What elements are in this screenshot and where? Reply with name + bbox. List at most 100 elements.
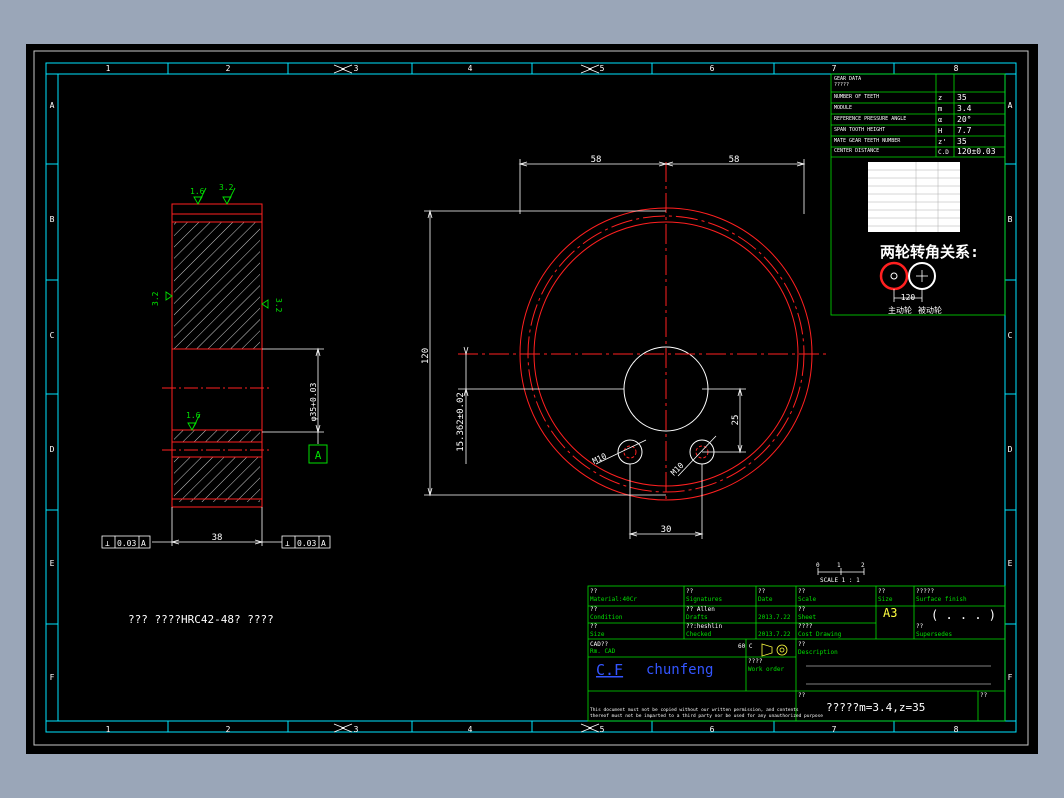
roughness-label: 3.2 bbox=[274, 298, 283, 313]
gear-row-sym: α bbox=[938, 116, 942, 124]
signatures-label: Signatures bbox=[686, 596, 723, 603]
cad-cn: CAD?? bbox=[590, 641, 608, 648]
inspection-thumbnail bbox=[868, 162, 960, 232]
row-label: F bbox=[1008, 673, 1013, 682]
col-label: 3 bbox=[354, 725, 359, 734]
size-cn: ?? bbox=[878, 588, 886, 595]
gear-data-table: GEAR DATA ????? NUMBER OF TEETH MODULE R… bbox=[830, 73, 1006, 316]
col-label: 2 bbox=[226, 725, 231, 734]
driver-gear-icon bbox=[879, 261, 909, 291]
title-block: ?? Material:40Cr ?? Signatures ?? Date ?… bbox=[587, 585, 1006, 722]
col-label: 4 bbox=[468, 64, 473, 73]
relation-dim: 120 bbox=[901, 293, 916, 302]
col-label: 6 bbox=[710, 64, 715, 73]
col-label: 8 bbox=[954, 64, 959, 73]
row-label: A bbox=[50, 101, 55, 110]
row-label: B bbox=[1008, 215, 1013, 224]
row-label: E bbox=[50, 559, 55, 568]
part-cn: ?? bbox=[798, 692, 806, 699]
dim-right: 58 bbox=[729, 155, 740, 165]
keyway-hatch bbox=[174, 430, 260, 442]
supersedes-cn: ?? bbox=[916, 623, 924, 630]
scale-label: SCALE 1 : 1 bbox=[820, 577, 860, 584]
signatures-cn: ?? bbox=[686, 588, 694, 595]
gear-row-label: NUMBER OF TEETH bbox=[834, 94, 879, 100]
date-label: Date bbox=[758, 596, 773, 603]
col-label: 8 bbox=[954, 725, 959, 734]
col-label: 2 bbox=[226, 64, 231, 73]
gear-row-label: MATE GEAR TEETH NUMBER bbox=[834, 138, 901, 144]
gear-row-sym: z' bbox=[938, 138, 946, 146]
thread-label: M10 bbox=[669, 461, 686, 478]
condition-cn: ?? bbox=[590, 606, 598, 613]
driver-label: 主动轮 bbox=[888, 305, 912, 315]
gear-data-subtitle: ????? bbox=[834, 82, 849, 88]
row-label: B bbox=[50, 215, 55, 224]
tol-symbol: ⊥ bbox=[285, 539, 290, 548]
col-label: 4 bbox=[468, 725, 473, 734]
tol-symbol: ⊥ bbox=[105, 539, 110, 548]
sheet-cn: ?? bbox=[798, 606, 806, 613]
gear-row-sym: z bbox=[938, 94, 942, 102]
gear-row-sym: H bbox=[938, 127, 942, 135]
tol-value: 0.03 bbox=[297, 539, 316, 548]
projection-icon bbox=[761, 643, 788, 657]
finish-cn: ????? bbox=[916, 588, 934, 595]
description-label: Description bbox=[798, 649, 838, 656]
sheet-label: Sheet bbox=[798, 614, 816, 621]
gear-row-sym: C.D bbox=[938, 149, 949, 156]
row-label: C bbox=[50, 331, 55, 340]
tol-datum: A bbox=[321, 539, 326, 548]
driver-center-icon bbox=[890, 272, 898, 280]
scale-cn: ?? bbox=[798, 588, 806, 595]
col-label: 5 bbox=[600, 64, 605, 73]
tol-value: 0.03 bbox=[117, 539, 136, 548]
row-label: F bbox=[50, 673, 55, 682]
company-logo-name: chunfeng bbox=[646, 662, 713, 678]
size2-cn: ?? bbox=[590, 623, 598, 630]
dim-left: 58 bbox=[591, 155, 602, 165]
technical-note: ??? ????HRC42-48? ???? bbox=[128, 613, 274, 626]
gear-row-label: REFERENCE PRESSURE ANGLE bbox=[834, 116, 906, 122]
finish-label: Surface finish bbox=[916, 596, 967, 603]
scale-bar: 0 1 2 SCALE 1 : 1 bbox=[816, 562, 865, 584]
width-dimension: 38 bbox=[212, 533, 223, 543]
front-view: 58 58 120 15.362±0.02 25 30 M10 M10 bbox=[421, 155, 828, 539]
company-logo-cf: C.F bbox=[596, 661, 623, 679]
roughness-label: 1.6 bbox=[186, 411, 201, 420]
material-label: Material:40Cr bbox=[590, 596, 637, 603]
dim-hole-h: 30 bbox=[661, 525, 672, 535]
legal-line-2: thereof must not be imparted to a third … bbox=[590, 713, 823, 719]
roughness-label: 3.2 bbox=[151, 291, 160, 306]
row-label: C bbox=[1008, 331, 1013, 340]
centering-marks bbox=[333, 64, 600, 733]
drafter-name: ?? Allen bbox=[686, 606, 715, 613]
draft-date: 2013.7.22 bbox=[758, 614, 791, 621]
gear-row-label: CENTER DISTANCE bbox=[834, 148, 879, 154]
row-label: A bbox=[1008, 101, 1013, 110]
datum-label: A bbox=[315, 449, 322, 462]
drawing-frame bbox=[33, 50, 1029, 746]
drafter-label: Drafts bbox=[686, 614, 708, 621]
material-cn: ?? bbox=[590, 588, 598, 595]
row-label: D bbox=[50, 445, 55, 454]
size2-label: Size bbox=[590, 631, 605, 638]
legal-line-1: This document must not be copied without… bbox=[590, 707, 799, 713]
projection-label: 60 C bbox=[738, 643, 753, 650]
cost-label: Cost Drawing bbox=[798, 631, 842, 638]
finish-value: ( . . . ) bbox=[931, 608, 996, 622]
date-cn: ?? bbox=[758, 588, 766, 595]
col-label: 1 bbox=[106, 725, 111, 734]
gear-row-value: 35 bbox=[957, 137, 967, 146]
cost-cn: ???? bbox=[798, 623, 813, 630]
part-name: ?????m=3.4,z=35 bbox=[826, 701, 925, 714]
row-label: D bbox=[1008, 445, 1013, 454]
roughness-label: 1.6 bbox=[190, 187, 205, 196]
driven-label: 被动轮 bbox=[918, 305, 942, 315]
condition-label: Condition bbox=[590, 614, 623, 621]
scale-tick: 1 bbox=[837, 562, 841, 569]
size-label: Size bbox=[878, 596, 893, 603]
drawing-sheet: 1 2 3 4 5 6 7 8 1 2 3 4 5 6 7 8 A B C D bbox=[26, 44, 1038, 754]
lower-hatch bbox=[174, 457, 260, 502]
description-cn: ?? bbox=[798, 641, 806, 648]
